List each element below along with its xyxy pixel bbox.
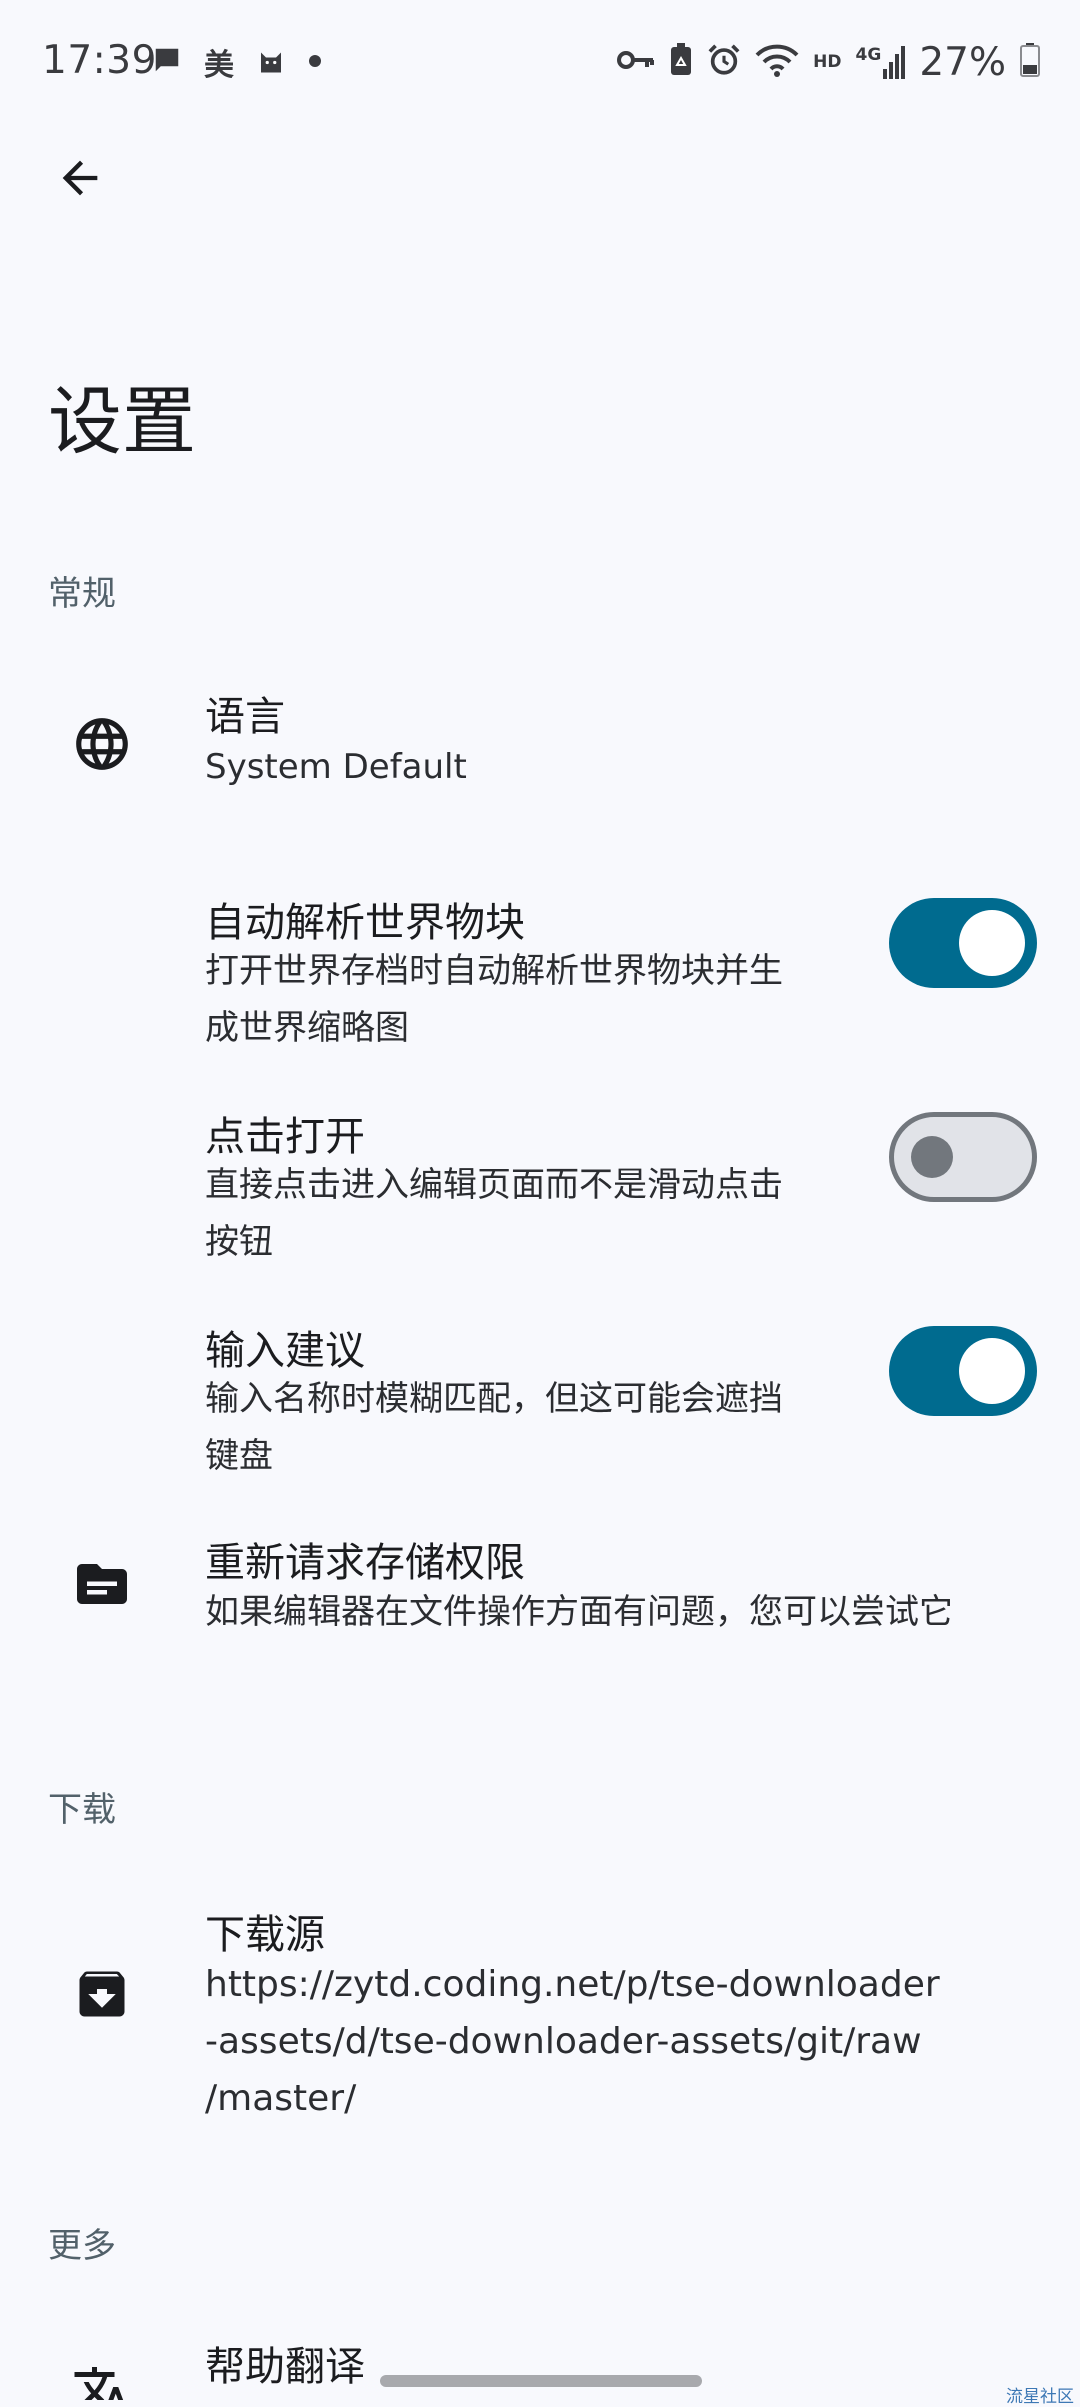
status-bar: 17:39 美 HD 4G 27% [0, 0, 1080, 124]
battery-icon [1020, 43, 1040, 81]
setting-download-source[interactable]: 下载源 https://zytd.coding.net/p/tse-downlo… [0, 1898, 1080, 2138]
switch-thumb [911, 1136, 953, 1178]
status-right-icons: HD 4G 27% [617, 36, 1040, 88]
dot-icon [308, 53, 322, 72]
setting-input-suggest-desc-line1: 输入名称时模糊匹配，但这可能会遮挡 [205, 1379, 783, 1419]
section-header-download: 下载 [48, 1790, 116, 1830]
input-suggest-switch[interactable] [889, 1326, 1037, 1416]
setting-language-title: 语言 [205, 694, 285, 740]
setting-tap-open-desc-line2: 按钮 [205, 1222, 273, 1262]
cat-icon [256, 45, 286, 79]
key-icon [617, 47, 655, 77]
arrow-back-icon [62, 160, 98, 196]
setting-help-translate[interactable]: 帮助翻译 [0, 2330, 1080, 2400]
translate-icon [66, 2356, 138, 2400]
download-source-url-line2: -assets/d/tse-downloader-assets/git/raw [205, 2021, 922, 2062]
setting-tap-open-title: 点击打开 [205, 1114, 365, 1160]
setting-input-suggest-title: 输入建议 [205, 1328, 365, 1374]
setting-auto-parse-desc-line1: 打开世界存档时自动解析世界物块并生 [205, 951, 783, 991]
setting-storage-permission-title: 重新请求存储权限 [205, 1540, 525, 1586]
setting-storage-permission[interactable]: 重新请求存储权限 如果编辑器在文件操作方面有问题，您可以尝试它 [0, 1520, 1080, 1660]
setting-tap-open-desc-line1: 直接点击进入编辑页面而不是滑动点击 [205, 1165, 783, 1205]
watermark: 流星社区 [1006, 2387, 1074, 2407]
network-gen-label: 4G [855, 45, 882, 65]
wifi-icon [755, 43, 799, 81]
setting-input-suggest[interactable]: 输入建议 输入名称时模糊匹配，但这可能会遮挡 键盘 [0, 1308, 1080, 1488]
auto-parse-switch[interactable] [889, 898, 1037, 988]
back-button[interactable] [40, 138, 120, 218]
page-title: 设置 [48, 379, 196, 465]
signal-icon: 4G [856, 45, 906, 79]
recycle-battery-icon [669, 43, 693, 81]
download-source-url-line3: /master/ [205, 2078, 357, 2119]
chat-bubble-icon [152, 45, 182, 79]
setting-auto-parse-desc-line2: 成世界缩略图 [205, 1008, 409, 1048]
download-source-url-line1: https://zytd.coding.net/p/tse-downloader [205, 1964, 940, 2005]
setting-storage-permission-desc: 如果编辑器在文件操作方面有问题，您可以尝试它 [205, 1592, 953, 1632]
archive-download-icon [66, 1958, 138, 2030]
globe-icon [66, 708, 138, 780]
meituan-icon: 美 [204, 48, 234, 83]
setting-language[interactable]: 语言 System Default [0, 660, 1080, 826]
folder-icon [66, 1548, 138, 1620]
setting-download-source-title: 下载源 [205, 1912, 325, 1958]
setting-auto-parse-title: 自动解析世界物块 [205, 900, 525, 946]
section-header-general: 常规 [48, 574, 116, 614]
switch-thumb [959, 1338, 1025, 1404]
switch-thumb [959, 910, 1025, 976]
gesture-navigation-bar[interactable] [380, 2375, 702, 2387]
setting-input-suggest-desc-line2: 键盘 [205, 1436, 273, 1476]
setting-language-value: System Default [205, 747, 467, 787]
setting-auto-parse[interactable]: 自动解析世界物块 打开世界存档时自动解析世界物块并生 成世界缩略图 [0, 880, 1080, 1060]
tap-open-switch[interactable] [889, 1112, 1037, 1202]
setting-tap-open[interactable]: 点击打开 直接点击进入编辑页面而不是滑动点击 按钮 [0, 1094, 1080, 1274]
battery-percent: 27% [919, 39, 1006, 85]
setting-help-translate-title: 帮助翻译 [205, 2344, 365, 2390]
network-hd-label: HD [813, 52, 842, 72]
status-time: 17:39 [42, 38, 157, 83]
status-left-icons: 美 [152, 40, 322, 84]
section-header-more: 更多 [48, 2226, 116, 2266]
alarm-icon [707, 43, 741, 81]
